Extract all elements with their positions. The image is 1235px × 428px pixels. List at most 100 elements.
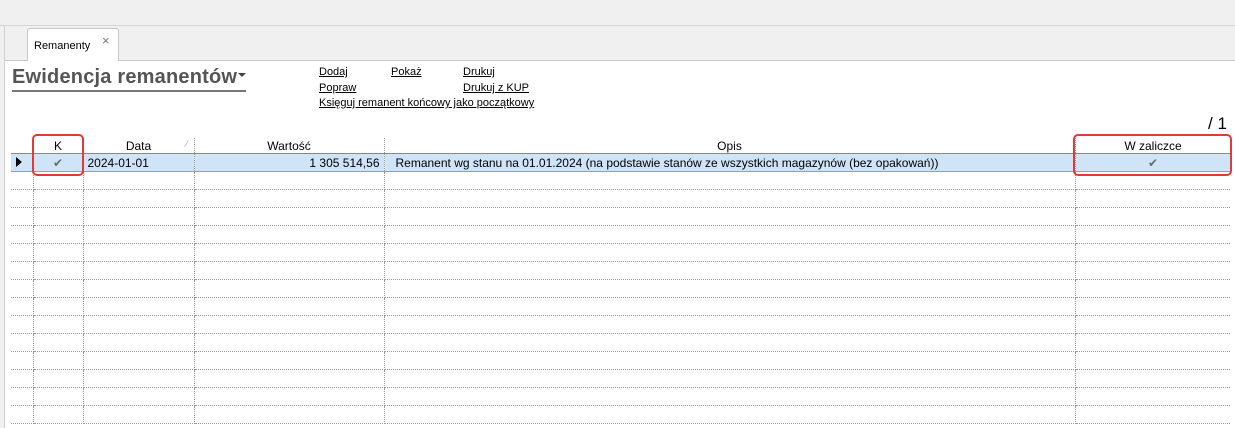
empty-cell: [1075, 351, 1231, 370]
row-indicator-header: [11, 138, 34, 154]
dodaj-link[interactable]: Dodaj: [319, 66, 348, 78]
empty-cell: [194, 351, 385, 370]
cell-opis: Remanent wg stanu na 01.01.2024 (na pods…: [384, 153, 1076, 172]
empty-table-row: [11, 243, 1231, 262]
empty-cell: [1075, 243, 1231, 262]
empty-cell: [1075, 279, 1231, 298]
column-header-k[interactable]: K: [33, 138, 84, 154]
empty-cell: [384, 315, 1076, 334]
empty-cell: [83, 315, 195, 334]
empty-cell: [194, 261, 385, 280]
empty-cell: [83, 369, 195, 388]
empty-cell: [384, 279, 1076, 298]
ksieguj-remanent-link[interactable]: Księguj remanent końcowy jako początkowy: [319, 97, 534, 109]
empty-cell: [384, 171, 1076, 190]
empty-cell: [384, 387, 1076, 406]
page-count: / 1: [1208, 114, 1227, 133]
empty-table-row: [11, 261, 1231, 280]
empty-cell: [33, 405, 84, 424]
column-header-wartosc[interactable]: Wartość: [194, 138, 385, 154]
empty-cell: [194, 369, 385, 388]
empty-cell: [194, 297, 385, 316]
empty-cell: [194, 171, 385, 190]
empty-cell: [83, 207, 195, 226]
remanenty-table: K Data ⁄ Wartość Opis W zaliczce ✔ 2024-0…: [11, 138, 1231, 424]
empty-cell: [1075, 225, 1231, 244]
empty-table-row: [11, 171, 1231, 190]
empty-cell: [384, 333, 1076, 352]
empty-table-row: [11, 369, 1231, 388]
column-header-opis[interactable]: Opis: [384, 138, 1076, 154]
empty-cell: [11, 207, 34, 226]
empty-cell: [11, 387, 34, 406]
column-header-w-zaliczce[interactable]: W zaliczce: [1075, 138, 1231, 154]
empty-cell: [33, 207, 84, 226]
empty-cell: [11, 405, 34, 424]
empty-cell: [83, 279, 195, 298]
page-title-text: Ewidencja remanentów: [12, 66, 238, 88]
empty-table-row: [11, 405, 1231, 424]
empty-table-row: [11, 387, 1231, 406]
empty-cell: [33, 243, 84, 262]
empty-cell: [194, 243, 385, 262]
close-icon[interactable]: ×: [102, 33, 110, 48]
empty-table-row: [11, 207, 1231, 226]
empty-cell: [11, 261, 34, 280]
k-check-icon[interactable]: ✔: [33, 153, 84, 172]
empty-cell: [1075, 405, 1231, 424]
empty-cell: [1075, 171, 1231, 190]
popraw-link[interactable]: Popraw: [319, 82, 356, 94]
column-header-data[interactable]: Data ⁄: [83, 138, 195, 154]
empty-cell: [194, 315, 385, 334]
empty-cell: [384, 261, 1076, 280]
empty-cell: [11, 189, 34, 208]
tab-label: Remanenty: [34, 40, 91, 52]
empty-cell: [1075, 315, 1231, 334]
w-zaliczce-check-icon[interactable]: ✔: [1075, 153, 1231, 172]
empty-cell: [33, 351, 84, 370]
empty-cell: [33, 261, 84, 280]
empty-cell: [1075, 207, 1231, 226]
empty-cell: [33, 171, 84, 190]
empty-cell: [194, 207, 385, 226]
empty-cell: [384, 351, 1076, 370]
empty-cell: [384, 225, 1076, 244]
empty-table-row: [11, 297, 1231, 316]
empty-cell: [83, 351, 195, 370]
empty-cell: [83, 261, 195, 280]
remanenty-grid[interactable]: K Data ⁄ Wartość Opis W zaliczce ✔ 2024-0…: [11, 138, 1231, 428]
empty-cell: [384, 405, 1076, 424]
drukuj-z-kup-link[interactable]: Drukuj z KUP: [463, 82, 529, 94]
column-header-data-label: Data: [125, 138, 152, 153]
empty-cell: [11, 225, 34, 244]
empty-cell: [1075, 297, 1231, 316]
pokaz-link[interactable]: Pokaż: [391, 66, 422, 78]
empty-cell: [384, 207, 1076, 226]
empty-cell: [33, 279, 84, 298]
empty-cell: [83, 387, 195, 406]
empty-cell: [194, 387, 385, 406]
sort-icon: ⁄: [185, 139, 188, 149]
empty-cell: [83, 405, 195, 424]
top-toolbar: [0, 0, 1235, 26]
page-title-dropdown[interactable]: Ewidencja remanentów: [12, 66, 247, 92]
empty-cell: [1075, 333, 1231, 352]
empty-cell: [83, 225, 195, 244]
empty-cell: [11, 171, 34, 190]
table-header-row: K Data ⁄ Wartość Opis W zaliczce: [11, 138, 1231, 154]
drukuj-link[interactable]: Drukuj: [463, 66, 495, 78]
empty-cell: [1075, 189, 1231, 208]
empty-cell: [384, 369, 1076, 388]
empty-cell: [33, 315, 84, 334]
empty-cell: [11, 315, 34, 334]
empty-table-row: [11, 189, 1231, 208]
table-row[interactable]: ✔ 2024-01-01 1 305 514,56 Remanent wg st…: [11, 153, 1231, 172]
cell-data: 2024-01-01: [83, 153, 195, 172]
empty-table-row: [11, 351, 1231, 370]
empty-cell: [194, 405, 385, 424]
empty-cell: [83, 189, 195, 208]
empty-cell: [11, 351, 34, 370]
empty-cell: [194, 189, 385, 208]
empty-cell: [1075, 261, 1231, 280]
tab-remanenty[interactable]: Remanenty ×: [27, 28, 119, 61]
